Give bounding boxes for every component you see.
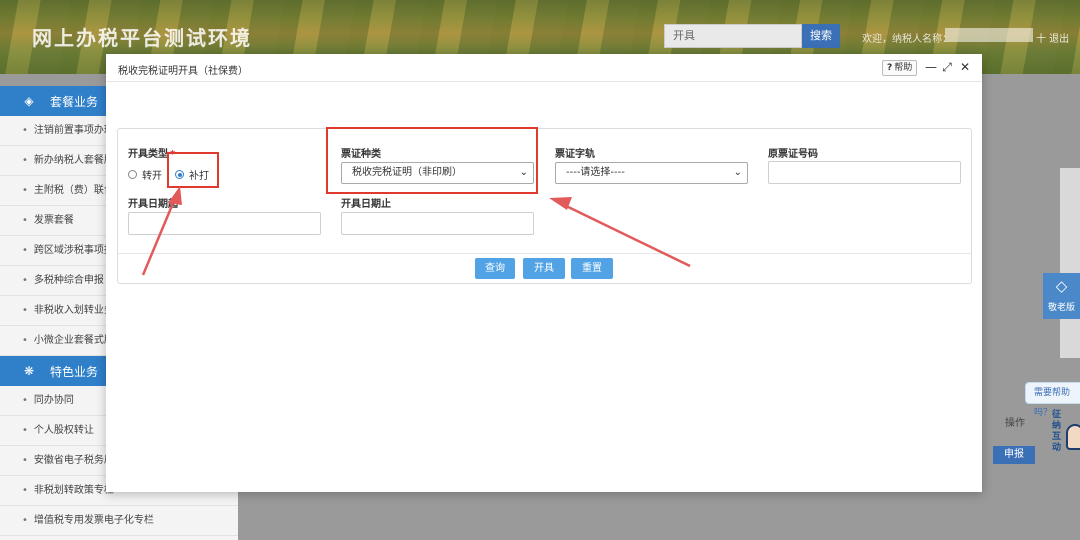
radio-label: 转开 (142, 171, 162, 182)
ticket-kind-select[interactable]: 税收完税证明（非印刷） ⌄ (341, 162, 534, 184)
orig-ticket-input[interactable] (768, 161, 961, 184)
radio-transfer[interactable]: 转开 (128, 167, 162, 182)
robot-label: 征纳互动 (1052, 410, 1062, 453)
date-from-label: 开具日期起 (128, 199, 178, 210)
ticket-track-label: 票证字轨 (555, 149, 595, 160)
elder-mode-widget[interactable]: ◇ 敬老版 (1043, 273, 1080, 319)
form-actions: 查询 开具 重置 (118, 253, 971, 284)
robot-avatar-icon (1066, 424, 1080, 450)
radio-circle-icon (128, 170, 137, 179)
sidebar-item[interactable]: 增值税专用发票电子化专栏 (0, 506, 238, 536)
declare-button[interactable]: 申报 (993, 446, 1035, 464)
radio-label: 补打 (189, 171, 209, 182)
dialog-title: 税收完税证明开具（社保费） (118, 66, 248, 77)
ticket-kind-label: 票证种类 (341, 149, 381, 160)
minimize-icon[interactable]: — (924, 59, 938, 75)
query-button[interactable]: 查询 (475, 258, 515, 279)
maximize-icon[interactable]: ⤢ (940, 59, 954, 75)
page-scrollbar[interactable] (1060, 168, 1080, 358)
issue-type-label: 开具类型 * (128, 149, 176, 160)
help-bubble[interactable]: 需要帮助吗？ (1025, 382, 1080, 418)
reset-button[interactable]: 重置 (571, 258, 613, 279)
welcome-text: 欢迎，纳税人名称： (862, 34, 952, 45)
radio-checked-icon (175, 170, 184, 179)
help-label: 帮助 (894, 63, 913, 73)
sidebar-group-label: 特色业务 (50, 364, 99, 379)
site-title: 网上办税平台测试环境 (32, 26, 252, 50)
question-icon: ? (887, 63, 893, 73)
search-input[interactable]: 开具 (664, 24, 802, 48)
radio-reprint[interactable]: 补打 (175, 167, 209, 182)
date-to-input[interactable] (341, 212, 534, 235)
grid-icon: ❋ (23, 364, 35, 378)
assistant-robot[interactable]: 征纳互动 (1048, 408, 1080, 458)
help-button[interactable]: ? 帮助 (882, 60, 918, 76)
sidebar-group-label: 套餐业务 (50, 94, 99, 109)
issue-certificate-dialog: 税收完税证明开具（社保费） ? 帮助 — ⤢ ✕ 开具类型 * 转开 补打 票证种类… (106, 54, 982, 492)
chevron-down-icon: ⌄ (519, 167, 528, 178)
ticket-track-value: ----请选择---- (566, 167, 625, 178)
hand-heart-icon: ◇ (1055, 277, 1068, 295)
masked-user-name (945, 28, 1033, 42)
orig-ticket-label: 原票证号码 (768, 149, 818, 160)
logout-link[interactable]: 十 退出 (1036, 30, 1069, 45)
search-button[interactable]: 搜索 (802, 24, 840, 48)
layers-icon: ◈ (24, 94, 34, 108)
elder-mode-label: 敬老版 (1047, 303, 1075, 313)
date-from-input[interactable] (128, 212, 321, 235)
chevron-down-icon: ⌄ (733, 167, 742, 178)
column-header-operation: 操作 (1005, 418, 1025, 429)
date-to-label: 开具日期止 (341, 199, 391, 210)
close-icon[interactable]: ✕ (958, 59, 972, 75)
issue-button[interactable]: 开具 (523, 258, 565, 279)
ticket-track-select[interactable]: ----请选择---- ⌄ (555, 162, 748, 184)
query-form: 开具类型 * 转开 补打 票证种类 税收完税证明（非印刷） ⌄ 票证字轨 ----… (117, 128, 972, 284)
ticket-kind-value: 税收完税证明（非印刷） (352, 167, 462, 178)
dialog-header: 税收完税证明开具（社保费） ? 帮助 — ⤢ ✕ (106, 54, 982, 82)
